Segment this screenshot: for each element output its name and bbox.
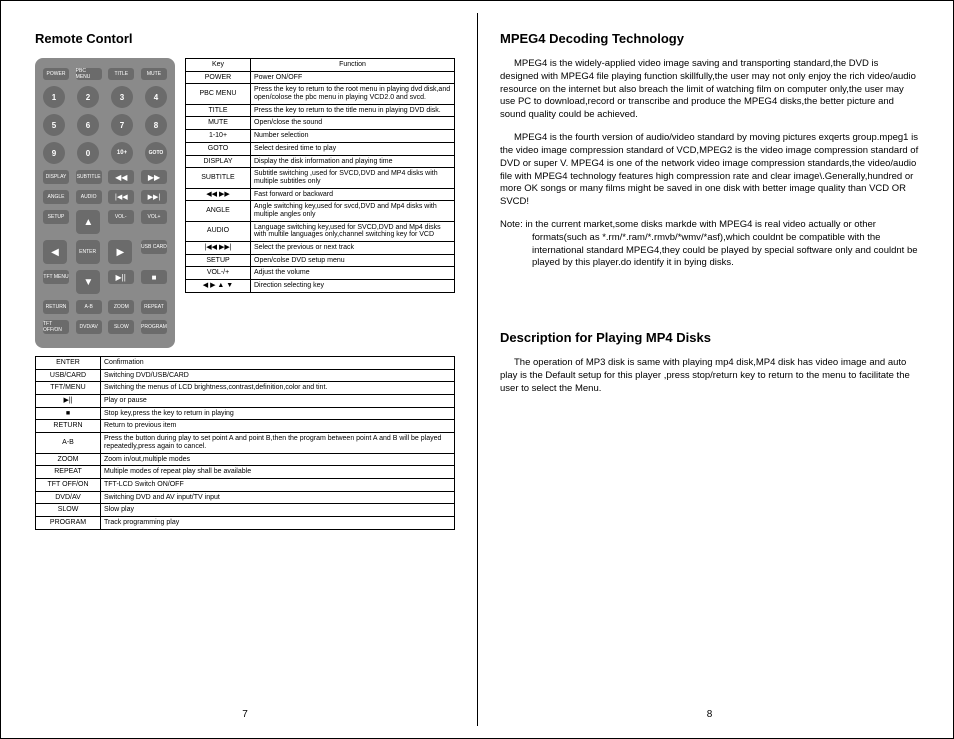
remote-btn: ▲ bbox=[76, 210, 100, 234]
table-row: ◀ ▶ ▲ ▼Direction selecting key bbox=[186, 280, 455, 293]
table-row: RETURNReturn to previous item bbox=[36, 420, 455, 433]
remote-control-graphic: POWER PBC MENU TITLE MUTE 1 2 3 4 5 6 7 … bbox=[35, 58, 175, 348]
table-row: ANGLEAngle switching key,used for svcd,D… bbox=[186, 201, 455, 221]
remote-btn: 7 bbox=[111, 114, 133, 136]
table-row: MUTEOpen/close the sound bbox=[186, 117, 455, 130]
remote-btn: ◀ bbox=[43, 240, 67, 264]
table-row: 1-10+Number selection bbox=[186, 130, 455, 143]
remote-btn: VOL- bbox=[108, 210, 134, 224]
remote-btn: SUBTITLE bbox=[76, 170, 102, 184]
table-row: DISPLAYDisplay the disk information and … bbox=[186, 155, 455, 168]
page-right: MPEG4 Decoding Technology MPEG4 is the w… bbox=[478, 13, 941, 726]
remote-btn: 9 bbox=[43, 142, 65, 164]
table-row: ■Stop key,press the key to return in pla… bbox=[36, 407, 455, 420]
table-row: USB/CARDSwitching DVD/USB/CARD bbox=[36, 369, 455, 382]
remote-btn: TFT OFF/ON bbox=[43, 320, 69, 334]
key-function-table-top: Key Function POWERPower ON/OFF PBC MENUP… bbox=[185, 58, 455, 293]
remote-btn: 8 bbox=[145, 114, 167, 136]
remote-btn: POWER bbox=[43, 68, 69, 80]
table-row: VOL-/+Adjust the volume bbox=[186, 267, 455, 280]
remote-btn: ■ bbox=[141, 270, 167, 284]
paragraph: MPEG4 is the widely-applied video image … bbox=[500, 58, 919, 122]
note-paragraph: Note: in the current market,some disks m… bbox=[500, 219, 919, 270]
table-row: Key Function bbox=[186, 59, 455, 72]
remote-btn: TFT MENU bbox=[43, 270, 69, 284]
remote-btn: 4 bbox=[145, 86, 167, 108]
table-header: Function bbox=[251, 59, 455, 72]
table-row: TFT OFF/ONTFT-LCD Switch ON/OFF bbox=[36, 478, 455, 491]
remote-btn: VOL+ bbox=[141, 210, 167, 224]
table-row: |◀◀ ▶▶|Select the previous or next track bbox=[186, 242, 455, 255]
remote-btn: ▶▶| bbox=[141, 190, 167, 204]
page-number-right: 8 bbox=[707, 709, 713, 720]
remote-btn: |◀◀ bbox=[108, 190, 134, 204]
remote-btn: DVD/AV bbox=[76, 320, 102, 334]
table-row: ENTERConfirmation bbox=[36, 357, 455, 370]
remote-btn: PBC MENU bbox=[76, 68, 102, 80]
table-row: GOTOSelect desired time to play bbox=[186, 142, 455, 155]
table-row: PBC MENUPress the key to return to the r… bbox=[186, 84, 455, 104]
table-row: TITLEPress the key to return to the titl… bbox=[186, 104, 455, 117]
table-row: A-BPress the button during play to set p… bbox=[36, 433, 455, 453]
remote-btn: RETURN bbox=[43, 300, 69, 314]
table-row: SETUPOpen/colse DVD setup menu bbox=[186, 254, 455, 267]
page-number-left: 7 bbox=[242, 709, 248, 720]
remote-btn: MUTE bbox=[141, 68, 167, 80]
remote-btn: SETUP bbox=[43, 210, 69, 224]
table-row: DVD/AVSwitching DVD and AV input/TV inpu… bbox=[36, 491, 455, 504]
table-row: AUDIOLanguage switching key,used for SVC… bbox=[186, 221, 455, 241]
left-title: Remote Contorl bbox=[35, 31, 455, 46]
remote-btn: 1 bbox=[43, 86, 65, 108]
remote-btn: REPEAT bbox=[141, 300, 167, 314]
remote-btn: ▶▶ bbox=[141, 170, 167, 184]
remote-btn: PROGRAM bbox=[141, 320, 167, 334]
table-row: SLOWSlow play bbox=[36, 504, 455, 517]
spread: Remote Contorl POWER PBC MENU TITLE MUTE… bbox=[1, 1, 953, 738]
remote-btn: ▶ bbox=[108, 240, 132, 264]
table-row: PROGRAMTrack programming play bbox=[36, 516, 455, 529]
table-row: REPEATMultiple modes of repeat play shal… bbox=[36, 466, 455, 479]
page-left: Remote Contorl POWER PBC MENU TITLE MUTE… bbox=[13, 13, 478, 726]
note-label: Note: bbox=[500, 219, 523, 230]
paragraph: The operation of MP3 disk is same with p… bbox=[500, 357, 919, 395]
remote-btn: SLOW bbox=[108, 320, 134, 334]
remote-btn: ZOOM bbox=[108, 300, 134, 314]
remote-btn: 2 bbox=[77, 86, 99, 108]
table-row: TFT/MENUSwitching the menus of LCD brigh… bbox=[36, 382, 455, 395]
remote-btn: 3 bbox=[111, 86, 133, 108]
key-function-table-bottom: ENTERConfirmation USB/CARDSwitching DVD/… bbox=[35, 356, 455, 530]
note-body: in the current market,some disks markde … bbox=[525, 219, 917, 268]
remote-btn: TITLE bbox=[108, 68, 134, 80]
remote-btn: ◀◀ bbox=[108, 170, 134, 184]
table-row: SUBTITLESubtitle switching ,used for SVC… bbox=[186, 168, 455, 188]
remote-btn: A-B bbox=[76, 300, 102, 314]
table-row: ◀◀ ▶▶Fast forward or backward bbox=[186, 188, 455, 201]
remote-btn: ANGLE bbox=[43, 190, 69, 204]
table-row: ▶||Play or pause bbox=[36, 395, 455, 408]
left-upper-row: POWER PBC MENU TITLE MUTE 1 2 3 4 5 6 7 … bbox=[35, 58, 455, 348]
remote-btn: USB CARD bbox=[141, 240, 167, 254]
table-header: Key bbox=[186, 59, 251, 72]
paragraph: MPEG4 is the fourth version of audio/vid… bbox=[500, 132, 919, 209]
table-row: ZOOMZoom in/out,multiple modes bbox=[36, 453, 455, 466]
remote-btn: ENTER bbox=[76, 240, 100, 264]
remote-btn: GOTO bbox=[145, 142, 167, 164]
remote-btn: ▶|| bbox=[108, 270, 134, 284]
remote-btn: ▼ bbox=[76, 270, 100, 294]
table-row: POWERPower ON/OFF bbox=[186, 71, 455, 84]
remote-btn: DISPLAY bbox=[43, 170, 69, 184]
remote-btn: 10+ bbox=[111, 142, 133, 164]
remote-btn: 6 bbox=[77, 114, 99, 136]
right-title-1: MPEG4 Decoding Technology bbox=[500, 31, 919, 46]
right-title-2: Description for Playing MP4 Disks bbox=[500, 330, 919, 345]
remote-btn: 5 bbox=[43, 114, 65, 136]
remote-btn: 0 bbox=[77, 142, 99, 164]
remote-btn: AUDIO bbox=[76, 190, 102, 204]
